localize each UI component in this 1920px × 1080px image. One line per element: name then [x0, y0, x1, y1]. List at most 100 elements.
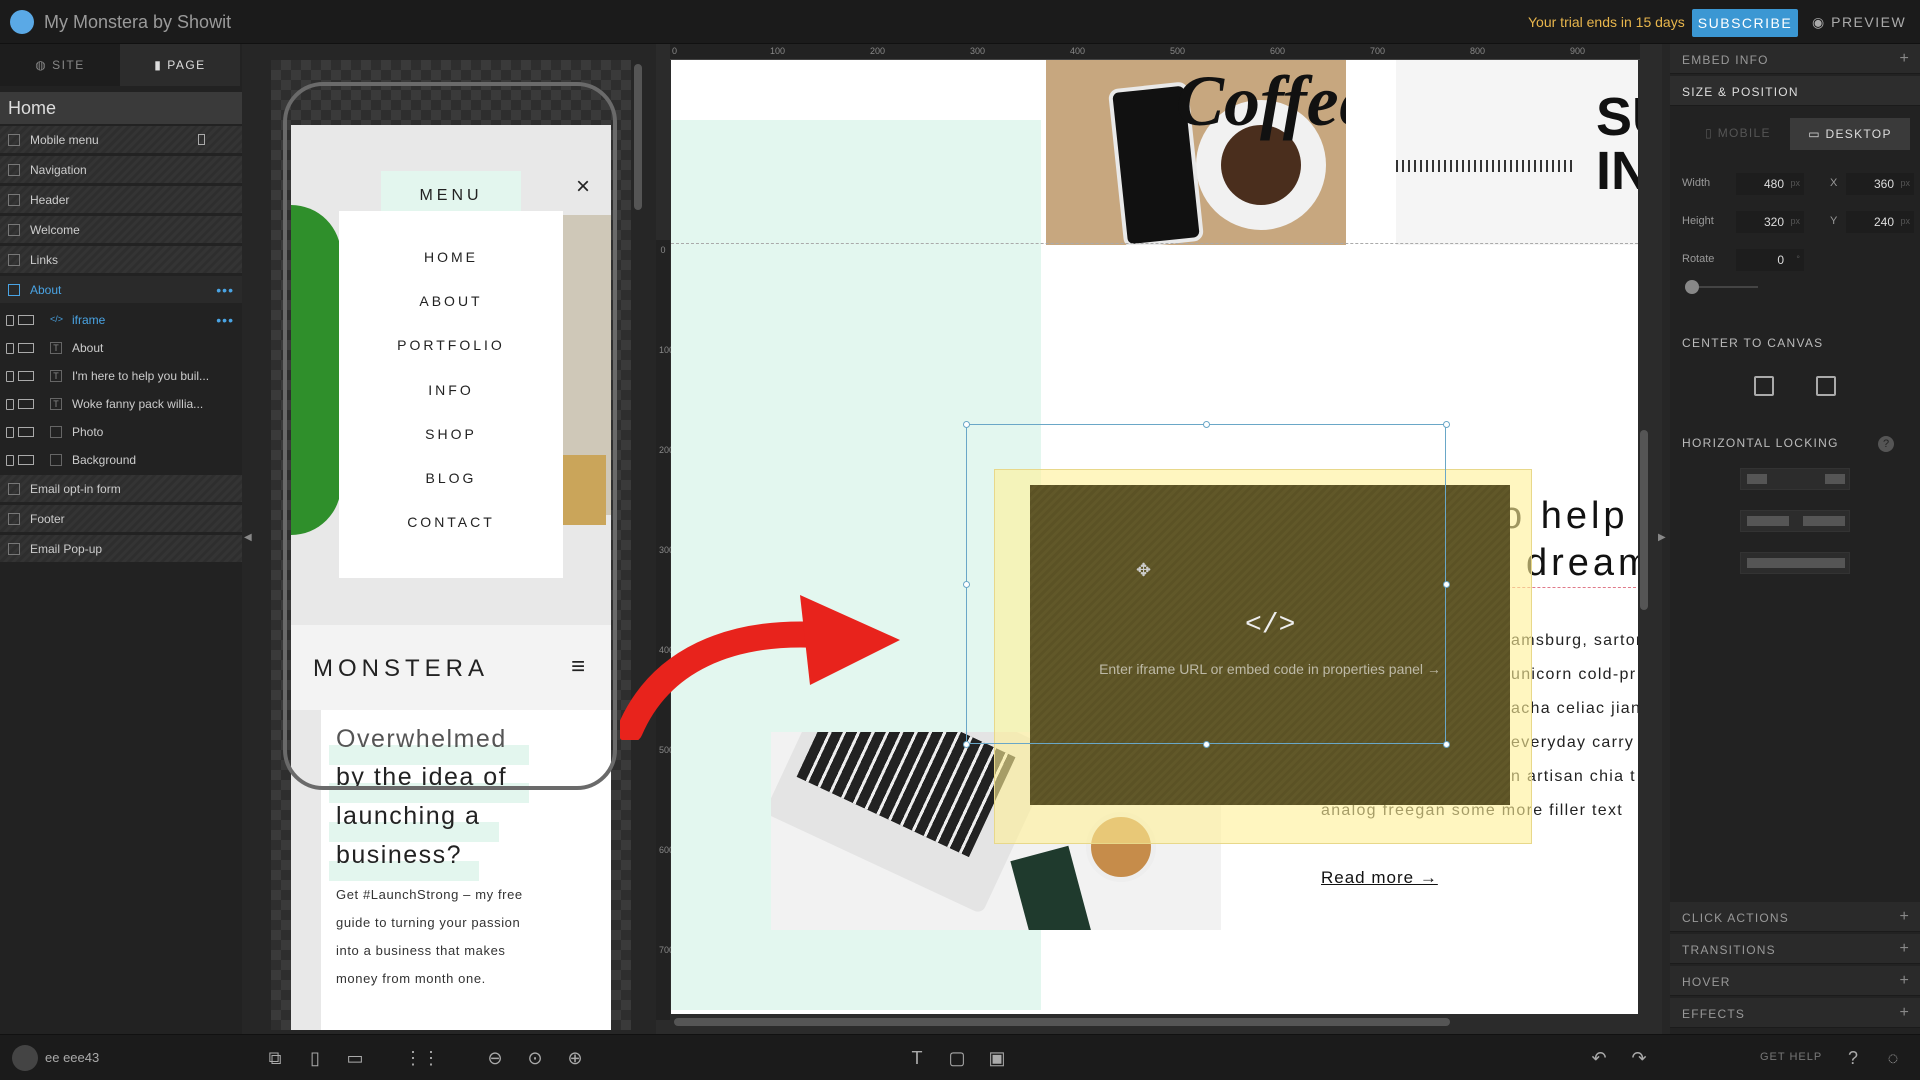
- center-horizontal-icon[interactable]: [1754, 376, 1774, 396]
- desktop-view-icon[interactable]: ▭: [344, 1047, 366, 1069]
- collapse-left-icon[interactable]: ◀: [244, 532, 252, 543]
- close-icon[interactable]: ×: [576, 173, 590, 201]
- mobile-visibility-icon[interactable]: [6, 343, 14, 354]
- tab-desktop[interactable]: ▭ DESKTOP: [1790, 118, 1910, 150]
- layer-text[interactable]: T Woke fanny pack willia...: [0, 390, 242, 418]
- mobile-scrollbar[interactable]: [634, 64, 642, 210]
- desktop-visibility-icon[interactable]: [18, 427, 34, 437]
- resize-handle[interactable]: [963, 581, 970, 588]
- mobile-canvas[interactable]: MENU × HOME ABOUT PORTFOLIO INFO SHOP BL…: [271, 60, 631, 1030]
- resize-handle[interactable]: [1203, 421, 1210, 428]
- showit-logo-icon[interactable]: [10, 10, 34, 34]
- avatar[interactable]: [12, 1045, 38, 1071]
- add-shape-icon[interactable]: ▢: [946, 1047, 968, 1069]
- section-email-popup[interactable]: Email Pop-up: [0, 535, 242, 563]
- zoom-in-icon[interactable]: ⊕: [564, 1047, 586, 1069]
- add-image-icon[interactable]: ▣: [986, 1047, 1008, 1069]
- chat-icon[interactable]: ◌: [1882, 1047, 1904, 1069]
- layer-iframe[interactable]: </> iframe •••: [0, 306, 242, 334]
- undo-icon[interactable]: ↶: [1588, 1047, 1610, 1069]
- canvas-horizontal-scrollbar[interactable]: [674, 1018, 1450, 1026]
- section-header[interactable]: Header: [0, 186, 242, 214]
- mobile-visibility-icon[interactable]: [6, 399, 14, 410]
- menu-item-contact[interactable]: CONTACT: [339, 514, 563, 530]
- rotate-slider-knob[interactable]: [1685, 280, 1699, 294]
- tab-page[interactable]: ▮ PAGE: [120, 44, 240, 86]
- help-icon[interactable]: ?: [1878, 436, 1894, 452]
- section-email-opt-in[interactable]: Email opt-in form: [0, 475, 242, 503]
- about-heading[interactable]: dream: [1526, 542, 1638, 585]
- section-links[interactable]: Links: [0, 246, 242, 274]
- menu-item-shop[interactable]: SHOP: [339, 426, 563, 442]
- resize-handle[interactable]: [1443, 421, 1450, 428]
- desktop-canvas[interactable]: Coffee SU IN o help y dream amsburg, sar…: [671, 60, 1638, 1014]
- lock-left-right-option[interactable]: [1740, 468, 1850, 490]
- menu-item-portfolio[interactable]: PORTFOLIO: [339, 337, 563, 353]
- center-vertical-icon[interactable]: [1816, 376, 1836, 396]
- x-field[interactable]: 360 px: [1846, 173, 1914, 195]
- desktop-visibility-icon[interactable]: [18, 371, 34, 381]
- mobile-visibility-icon[interactable]: [6, 315, 14, 326]
- page-title[interactable]: Home: [0, 92, 242, 124]
- layer-background[interactable]: Background: [0, 446, 242, 474]
- transitions-section[interactable]: TRANSITIONS +: [1670, 934, 1920, 964]
- y-field[interactable]: 240 px: [1846, 211, 1914, 233]
- get-help-link[interactable]: GET HELP: [1760, 1051, 1822, 1063]
- menu-item-about[interactable]: ABOUT: [339, 293, 563, 309]
- hamburger-icon[interactable]: ≡: [571, 653, 585, 681]
- plus-icon[interactable]: +: [1899, 940, 1910, 958]
- section-about[interactable]: About •••: [0, 276, 242, 304]
- height-field[interactable]: 320 px: [1736, 211, 1804, 233]
- resize-handle[interactable]: [1203, 741, 1210, 748]
- effects-section[interactable]: EFFECTS +: [1670, 998, 1920, 1028]
- hover-section[interactable]: HOVER +: [1670, 966, 1920, 996]
- tab-site[interactable]: ◍ SITE: [0, 44, 120, 86]
- mobile-visibility-icon[interactable]: [6, 371, 14, 382]
- layer-photo[interactable]: Photo: [0, 418, 242, 446]
- read-more-link[interactable]: Read more →: [1321, 868, 1438, 888]
- plus-icon[interactable]: +: [1899, 972, 1910, 990]
- add-text-icon[interactable]: T: [906, 1047, 928, 1069]
- redo-icon[interactable]: ↷: [1628, 1047, 1650, 1069]
- mobile-visibility-icon[interactable]: [6, 455, 14, 466]
- selection-box[interactable]: [966, 424, 1446, 744]
- menu-item-blog[interactable]: BLOG: [339, 470, 563, 486]
- desktop-visibility-icon[interactable]: [18, 343, 34, 353]
- help-doc-icon[interactable]: ?: [1842, 1047, 1864, 1069]
- tab-mobile[interactable]: ▯ MOBILE: [1680, 118, 1796, 148]
- desktop-visibility-icon[interactable]: [18, 399, 34, 409]
- layer-text[interactable]: T About: [0, 334, 242, 362]
- resize-handle[interactable]: [963, 421, 970, 428]
- more-options-icon[interactable]: •••: [216, 282, 234, 298]
- canvas-vertical-scrollbar[interactable]: [1640, 430, 1648, 610]
- menu-item-info[interactable]: INFO: [339, 382, 563, 398]
- section-mobile-menu[interactable]: Mobile menu: [0, 126, 242, 154]
- both-views-icon[interactable]: ⧉: [264, 1047, 286, 1069]
- resize-handle[interactable]: [963, 741, 970, 748]
- lock-full-width-option[interactable]: [1740, 552, 1850, 574]
- subscribe-button[interactable]: SUBSCRIBE: [1692, 9, 1798, 37]
- resize-handle[interactable]: [1443, 741, 1450, 748]
- more-options-icon[interactable]: •••: [216, 312, 234, 328]
- plus-icon[interactable]: +: [1899, 1004, 1910, 1022]
- click-actions-section[interactable]: CLICK ACTIONS +: [1670, 902, 1920, 932]
- menu-item-home[interactable]: HOME: [339, 249, 563, 265]
- desktop-visibility-icon[interactable]: [18, 455, 34, 465]
- zoom-fit-icon[interactable]: ⊙: [524, 1047, 546, 1069]
- lock-stretch-option[interactable]: [1740, 510, 1850, 532]
- mobile-visibility-icon[interactable]: [6, 427, 14, 438]
- plus-icon[interactable]: +: [1899, 908, 1910, 926]
- section-footer[interactable]: Footer: [0, 505, 242, 533]
- embed-info-section[interactable]: EMBED INFO +: [1670, 44, 1920, 74]
- layer-text[interactable]: T I'm here to help you buil...: [0, 362, 242, 390]
- brand-logo[interactable]: MONSTERA: [313, 655, 489, 683]
- grid-icon[interactable]: ⋮⋮: [404, 1047, 440, 1069]
- collapse-right-icon[interactable]: ▶: [1658, 532, 1666, 543]
- size-position-section[interactable]: SIZE & POSITION: [1670, 76, 1920, 106]
- width-field[interactable]: 480 px: [1736, 173, 1804, 195]
- rotate-field[interactable]: 0 °: [1736, 249, 1804, 271]
- resize-handle[interactable]: [1443, 581, 1450, 588]
- desktop-visibility-icon[interactable]: [18, 315, 34, 325]
- preview-button[interactable]: ◉ PREVIEW: [1812, 14, 1906, 31]
- zoom-out-icon[interactable]: ⊖: [484, 1047, 506, 1069]
